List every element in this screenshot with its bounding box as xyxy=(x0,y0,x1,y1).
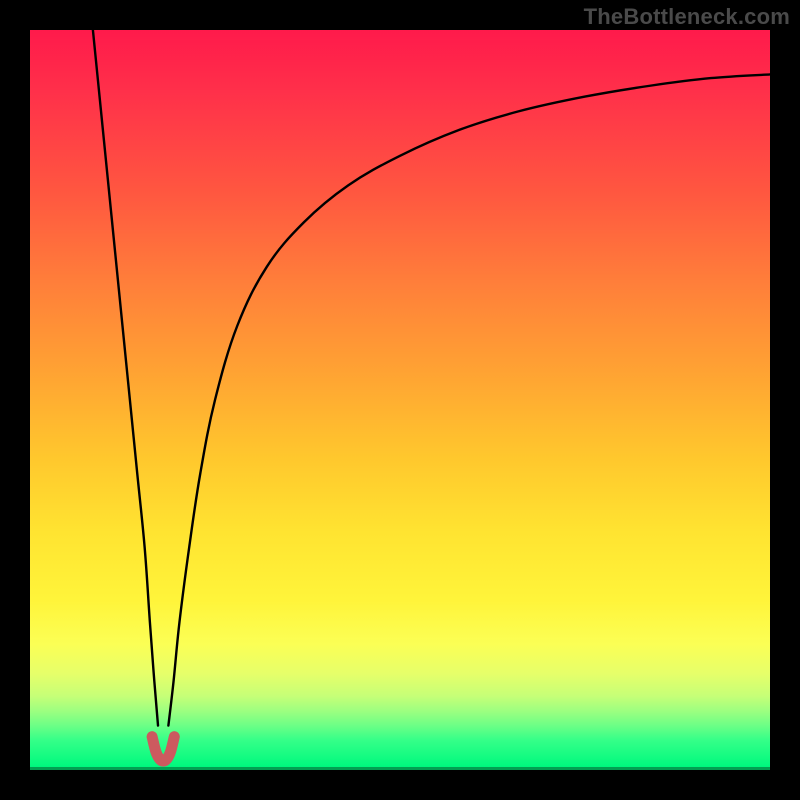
chart-frame: TheBottleneck.com xyxy=(0,0,800,800)
watermark-text: TheBottleneck.com xyxy=(584,4,790,30)
bottom-edge-strip xyxy=(30,767,770,770)
plot-area xyxy=(30,30,770,770)
heat-gradient-background xyxy=(30,30,770,770)
